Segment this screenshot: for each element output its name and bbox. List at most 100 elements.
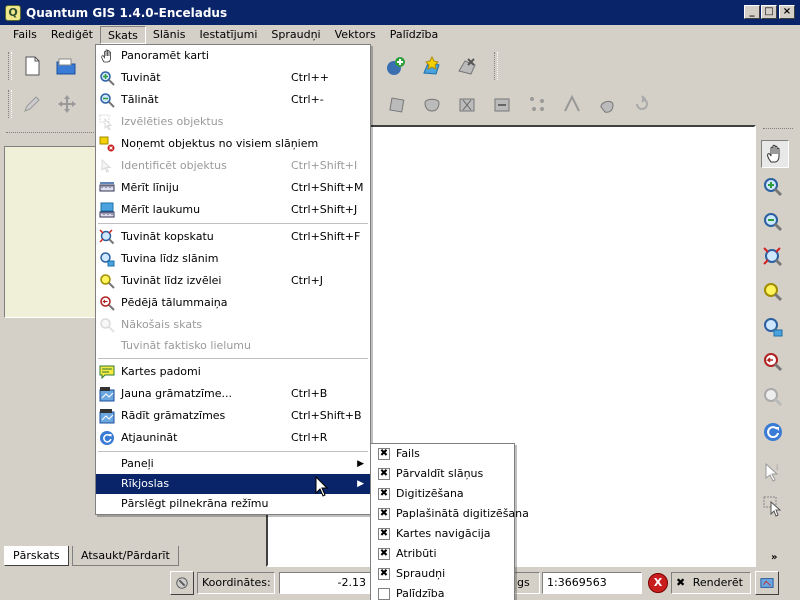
toolbar-grip[interactable] (763, 128, 793, 129)
menu-item-label: Atjaunināt (121, 431, 178, 444)
measure-area-icon (99, 202, 115, 218)
view-menu-item-identificet-objektus: Identificēt objektus Ctrl+Shift+I (96, 155, 370, 177)
new-vector-layer-icon[interactable] (420, 54, 444, 78)
menu-item-label: Kartes padomi (121, 365, 201, 378)
menu-layer[interactable]: Slānis (146, 26, 193, 44)
view-menu-item-tuvinat[interactable]: Tuvināt Ctrl++ (96, 67, 370, 89)
zoom-out-icon[interactable] (761, 210, 785, 234)
digitize-tool-icon[interactable] (420, 92, 444, 116)
view-menu-item-atjauninat[interactable]: Atjaunināt Ctrl+R (96, 427, 370, 449)
menu-settings[interactable]: Iestatījumi (192, 26, 264, 44)
toolbar-grip[interactable] (8, 90, 12, 118)
progress-toggle-icon[interactable] (170, 571, 194, 595)
menu-vector[interactable]: Vektors (328, 26, 383, 44)
view-menu-item-tuvinat-lidz-izvelei[interactable]: Tuvināt līdz izvēlei Ctrl+J (96, 270, 370, 292)
close-button[interactable]: × (779, 5, 795, 19)
toolbar-toggle-paplasinata-digitizesana[interactable]: ✖ Paplašinātā digitizēšana (371, 504, 529, 524)
tab-undo-redo[interactable]: Atsaukt/Pārdarīt (72, 546, 179, 566)
toggle-editing-icon[interactable] (20, 92, 44, 116)
zoom-full-icon[interactable] (761, 245, 785, 269)
refresh-icon[interactable] (761, 420, 785, 444)
checked-checkbox[interactable]: ✖ (378, 528, 390, 540)
identify-icon[interactable]: i (761, 460, 785, 484)
checked-checkbox[interactable]: ✖ (378, 468, 390, 480)
menu-item-label: Izvēlēties objektus (121, 115, 224, 128)
menu-item-shortcut: Ctrl+Shift+F (291, 230, 361, 243)
zoom-in-icon[interactable] (761, 175, 785, 199)
zoom-last-icon[interactable] (761, 350, 785, 374)
checked-checkbox[interactable]: ✖ (378, 508, 390, 520)
digitize-tool-icon[interactable] (385, 92, 409, 116)
minimize-button[interactable]: _ (744, 5, 760, 19)
tab-overview[interactable]: Pārskats (4, 546, 69, 566)
view-menu-item-paneli[interactable]: Paneļi ▶ (96, 454, 370, 474)
new-project-icon[interactable] (20, 54, 44, 78)
render-label: Renderēt (692, 576, 743, 589)
checked-checkbox[interactable]: ✖ (378, 568, 390, 580)
menu-item-label: Paplašinātā digitizēšana (396, 507, 529, 520)
remove-layer-icon[interactable] (455, 54, 479, 78)
menu-item-shortcut: Ctrl+Shift+I (291, 159, 358, 172)
toolbar-toggle-parvaldit-slanus[interactable]: ✖ Pārvaldīt slāņus (371, 464, 514, 484)
toolbar-toggle-atributi[interactable]: ✖ Atribūti (371, 544, 514, 564)
zoom-layer-icon[interactable] (761, 315, 785, 339)
zoom-next-icon[interactable] (761, 385, 785, 409)
toolbar-grip[interactable] (494, 52, 498, 80)
view-menu-item-merit-laukumu[interactable]: Mērīt laukumu Ctrl+Shift+J (96, 199, 370, 221)
toolbar-expand-icon[interactable]: » (771, 552, 777, 563)
move-feature-icon[interactable] (55, 92, 79, 116)
maximize-button[interactable]: □ (761, 5, 777, 19)
view-menu-item-panoramet-karti[interactable]: Panoramēt karti (96, 45, 370, 67)
scale-field[interactable]: 1:3669563 (542, 572, 642, 594)
checked-checkbox[interactable]: ✖ (378, 548, 390, 560)
toolbar-toggle-fails[interactable]: ✖ Fails (371, 444, 514, 464)
digitize-tool-icon[interactable] (630, 92, 654, 116)
view-menu-item-jauna-gramatzime[interactable]: Jauna grāmatzīme... Ctrl+B (96, 383, 370, 405)
menu-item-label: Mērīt laukumu (121, 203, 201, 216)
projection-icon[interactable] (755, 571, 779, 595)
coords-value[interactable]: -2.13 (279, 572, 371, 594)
menu-help[interactable]: Palīdzība (383, 26, 446, 44)
select-features-icon[interactable] (761, 494, 785, 518)
checked-checkbox[interactable]: ✖ (378, 448, 390, 460)
menu-separator (98, 358, 368, 359)
view-menu-item-pedeja-talummaina[interactable]: Pēdējā tālummaiņa (96, 292, 370, 314)
menu-view[interactable]: Skats (99, 26, 146, 44)
digitize-tool-icon[interactable] (595, 92, 619, 116)
digitize-tool-icon[interactable] (490, 92, 514, 116)
menu-item-label: Palīdzība (396, 587, 445, 600)
view-menu-item-tuvina-lidz-slanim[interactable]: Tuvina līdz slānim (96, 248, 370, 270)
refresh-icon (99, 430, 115, 446)
view-menu-item-tuvinat-kopskatu[interactable]: Tuvināt kopskatu Ctrl+Shift+F (96, 226, 370, 248)
menu-file[interactable]: Fails (6, 26, 44, 44)
view-menu-item-radit-gramatzimes[interactable]: Rādīt grāmatzīmes Ctrl+Shift+B (96, 405, 370, 427)
toolbar-toggle-digitizesana[interactable]: ✖ Digitizēšana (371, 484, 514, 504)
stop-render-icon[interactable]: X (648, 573, 668, 593)
render-toggle[interactable]: ✖ Renderēt (671, 572, 751, 594)
new-bookmark-icon (99, 386, 115, 402)
view-menu-item-merit-liniju[interactable]: Mērīt līniju Ctrl+Shift+M (96, 177, 370, 199)
unchecked-checkbox[interactable] (378, 588, 390, 600)
menu-edit[interactable]: Rediģēt (44, 26, 100, 44)
map-tips-icon (99, 364, 115, 380)
menu-separator (98, 223, 368, 224)
checked-checkbox[interactable]: ✖ (378, 488, 390, 500)
toolbar-toggle-kartes-navigacija[interactable]: ✖ Kartes navigācija (371, 524, 514, 544)
add-wms-layer-icon[interactable] (384, 54, 408, 78)
pan-hand-icon[interactable] (761, 140, 789, 168)
view-menu-item-kartes-padomi[interactable]: Kartes padomi (96, 361, 370, 383)
zoom-selection-icon[interactable] (761, 280, 785, 304)
open-project-icon[interactable] (54, 54, 78, 78)
view-menu-item-nonemt-objektus-no-visiem-slaniem[interactable]: Noņemt objektus no visiem slāņiem (96, 133, 370, 155)
digitize-tool-icon[interactable] (455, 92, 479, 116)
view-menu-item-talinat[interactable]: Tālināt Ctrl+- (96, 89, 370, 111)
pan-hand-icon (99, 48, 115, 64)
toolbar-grip[interactable] (8, 52, 12, 80)
render-checkbox[interactable]: ✖ (676, 576, 685, 589)
menu-plugins[interactable]: Spraudņi (264, 26, 327, 44)
toolbar-toggle-palidziba[interactable]: Palīdzība (371, 584, 514, 600)
toolbar-toggle-spraudni[interactable]: ✖ Spraudņi (371, 564, 514, 584)
digitize-tool-icon[interactable] (560, 92, 584, 116)
digitize-tool-icon[interactable] (525, 92, 549, 116)
menu-item-label: Tuvināt (121, 71, 161, 84)
